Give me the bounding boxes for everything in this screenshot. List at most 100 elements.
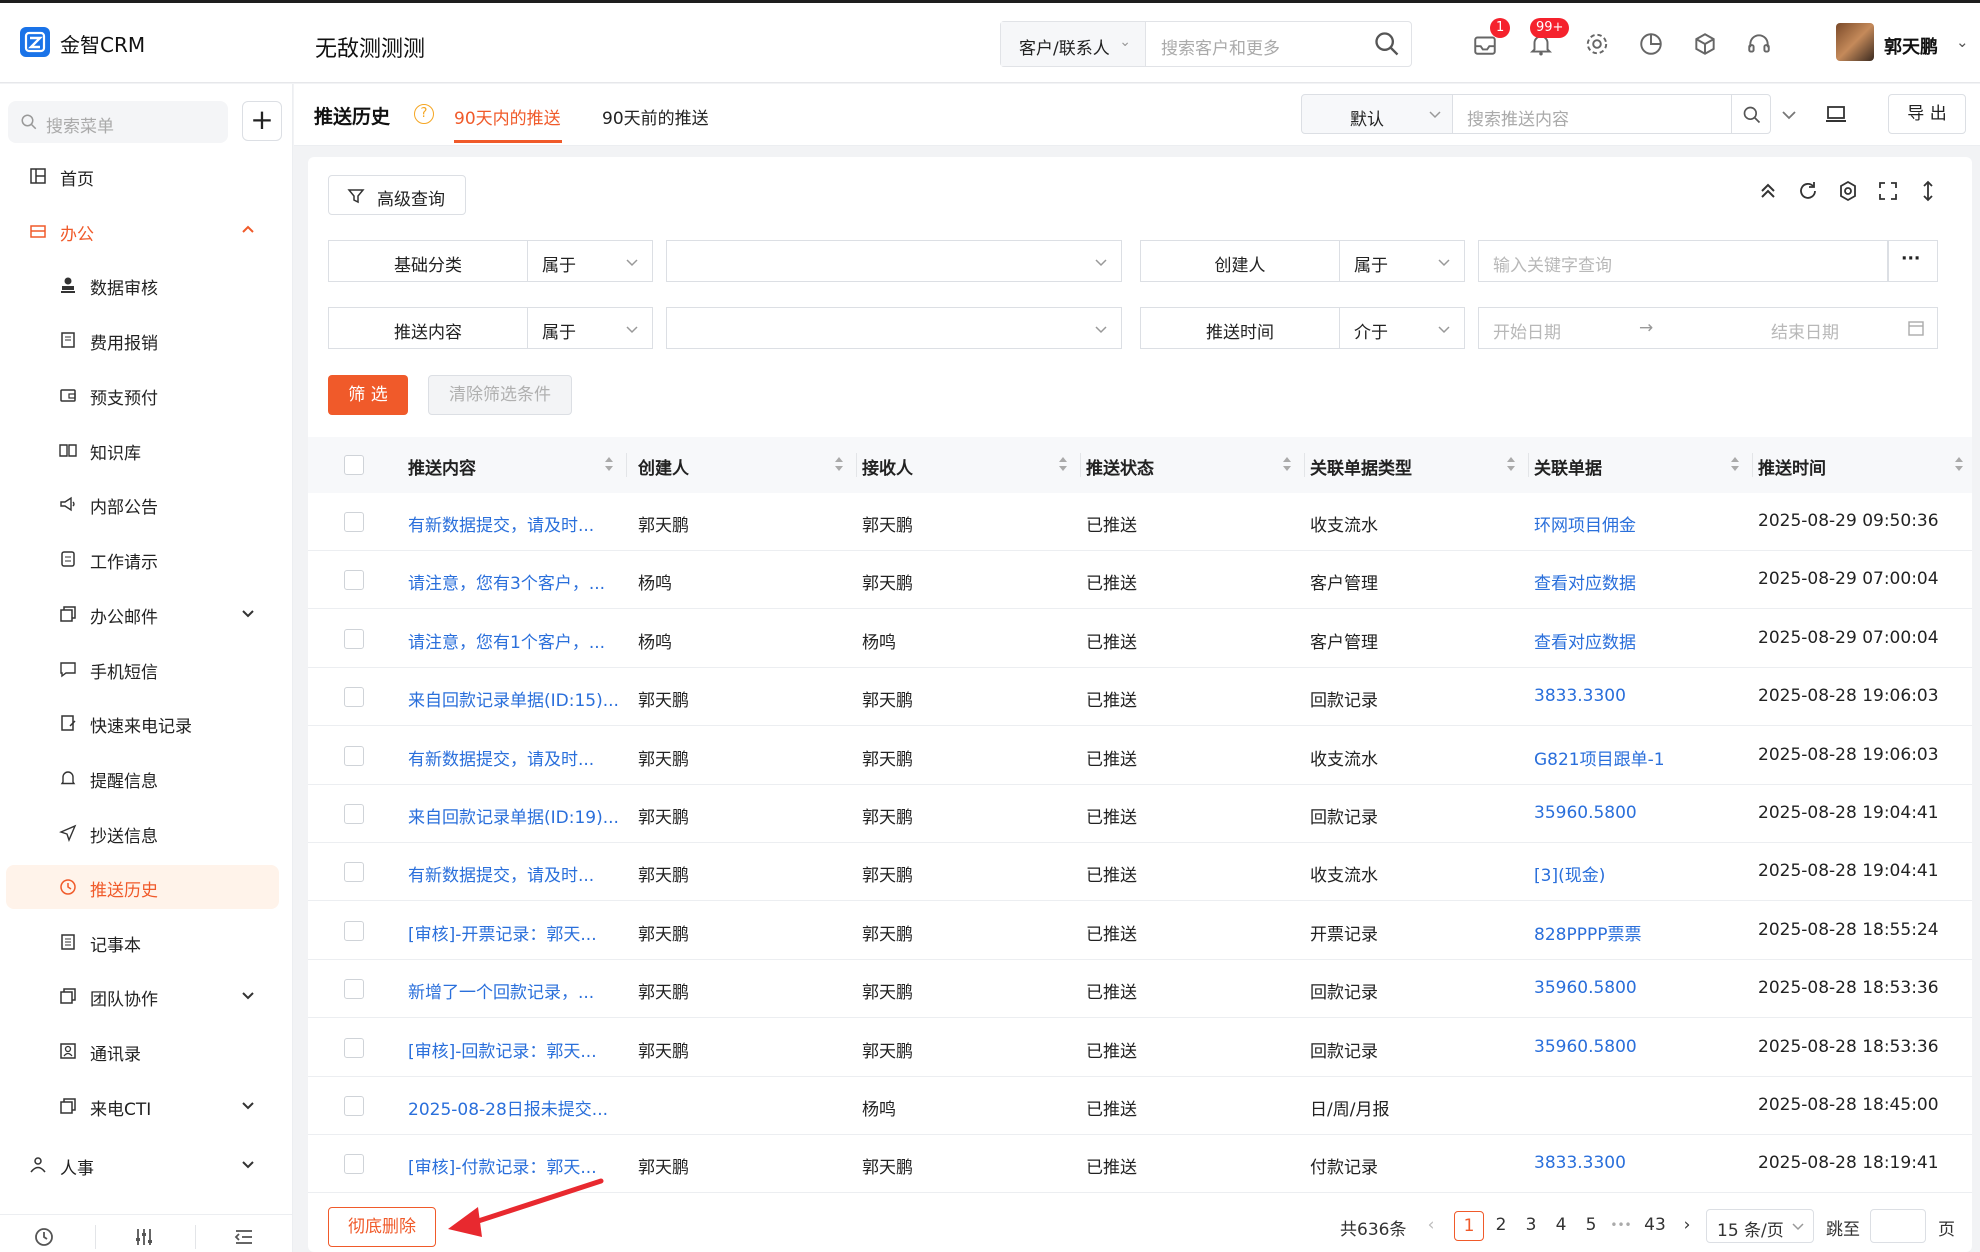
row-height-icon[interactable]	[1916, 179, 1940, 203]
cell-push-content[interactable]: 有新数据提交，请及时...	[408, 745, 594, 770]
cell-push-content[interactable]: [审核]-付款记录：郭天...	[408, 1153, 597, 1178]
cell-related-doc[interactable]: 35960.5800	[1534, 978, 1637, 998]
table-row[interactable]: 新增了一个回款记录，... 郭天鹏 郭天鹏 已推送 回款记录 35960.5800 2025…	[308, 960, 1972, 1019]
sidebar-item-push-history[interactable]: 推送历史	[6, 865, 279, 909]
cell-push-content[interactable]: [审核]-开票记录：郭天...	[408, 920, 597, 945]
sidebar-item-advance[interactable]: 预支预付	[0, 373, 293, 417]
cell-related-doc[interactable]: 环网项目佣金	[1534, 511, 1636, 536]
next-page-icon[interactable]: ›	[1672, 1211, 1702, 1241]
header-push-content[interactable]: 推送内容	[408, 454, 476, 479]
sidebar-item-team[interactable]: 团队协作	[0, 974, 293, 1018]
page-button[interactable]: 2	[1486, 1211, 1516, 1241]
cell-related-doc[interactable]: G821项目跟单-1	[1534, 745, 1665, 770]
table-row[interactable]: [审核]-开票记录：郭天... 郭天鹏 郭天鹏 已推送 开票记录 828PPPP票票 202…	[308, 902, 1972, 960]
header-doc-type[interactable]: 关联单据类型	[1310, 454, 1412, 479]
page-button[interactable]: 3	[1516, 1211, 1546, 1241]
date-range-picker[interactable]: 开始日期 → 结束日期	[1478, 307, 1938, 349]
cell-related-doc[interactable]: 3833.3300	[1534, 1153, 1626, 1173]
sidebar-item-call-record[interactable]: 快速来电记录	[0, 701, 293, 745]
search-icon[interactable]	[1373, 30, 1401, 58]
sort-icon[interactable]	[1506, 454, 1516, 474]
page-button[interactable]: 1	[1454, 1211, 1484, 1241]
cell-push-content[interactable]: 请注意，您有3个客户，...	[408, 569, 605, 594]
end-date-input[interactable]: 结束日期	[1771, 318, 1839, 343]
collapse-up-icon[interactable]	[1756, 179, 1780, 203]
menu-search-input[interactable]: 搜索菜单	[8, 101, 228, 143]
cube-icon[interactable]	[1692, 31, 1718, 57]
page-size-select[interactable]: 15 条/页	[1706, 1209, 1814, 1243]
fullscreen-icon[interactable]	[1876, 179, 1900, 203]
global-search-input[interactable]: 搜索客户和更多	[1161, 34, 1280, 59]
sidebar-item-home[interactable]: 首页	[0, 154, 293, 198]
cell-push-content[interactable]: 来自回款记录单据(ID:15)...	[408, 686, 619, 711]
sidebar-item-work-request[interactable]: 工作请示	[0, 537, 293, 581]
header-push-status[interactable]: 推送状态	[1086, 454, 1154, 479]
add-menu-button[interactable]: +	[242, 101, 282, 141]
search-scope-select[interactable]: 客户/联系人 ⌄	[1001, 22, 1146, 66]
cell-push-content[interactable]: 请注意，您有1个客户，...	[408, 628, 605, 653]
sidebar-item-cti[interactable]: 来电CTI	[0, 1084, 293, 1128]
cell-related-doc[interactable]: 35960.5800	[1534, 803, 1637, 823]
row-checkbox[interactable]	[344, 628, 364, 649]
table-row[interactable]: 有新数据提交，请及时... 郭天鹏 郭天鹏 已推送 收支流水 G821项目跟单-1 2025…	[308, 727, 1972, 785]
view-select[interactable]: 默认	[1301, 94, 1453, 134]
table-row[interactable]: 2025-08-28日报未提交... 杨鸣 已推送 日/周/月报 2025-08-28 …	[308, 1077, 1972, 1135]
table-row[interactable]: 有新数据提交，请及时... 郭天鹏 郭天鹏 已推送 收支流水 环网项目佣金 2025-08-…	[308, 493, 1972, 551]
user-avatar[interactable]	[1836, 23, 1874, 61]
table-row[interactable]: 来自回款记录单据(ID:15)... 郭天鹏 郭天鹏 已推送 回款记录 3833.3300…	[308, 668, 1972, 727]
filter-operator-select[interactable]: 属于	[1339, 240, 1465, 282]
headset-icon[interactable]	[1746, 31, 1772, 57]
prev-page-icon[interactable]: ‹	[1416, 1211, 1446, 1241]
workspace-name[interactable]: 无敌测测测	[315, 31, 425, 63]
settings-icon[interactable]	[1836, 179, 1860, 203]
cell-push-content[interactable]: 有新数据提交，请及时...	[408, 511, 594, 536]
help-icon[interactable]: ?	[414, 104, 434, 124]
cell-related-doc[interactable]: [3](现金)	[1534, 861, 1605, 886]
row-checkbox[interactable]	[344, 862, 364, 883]
sort-icon[interactable]	[1954, 454, 1964, 474]
row-checkbox[interactable]	[344, 745, 364, 766]
sidebar-item-cc[interactable]: 抄送信息	[0, 811, 293, 855]
sidebar-item-sms[interactable]: 手机短信	[0, 647, 293, 691]
row-checkbox[interactable]	[344, 1096, 364, 1116]
user-name[interactable]: 郭天鹏	[1884, 33, 1938, 59]
header-receiver[interactable]: 接收人	[862, 454, 913, 479]
sidebar-item-office-mail[interactable]: 办公邮件	[0, 592, 293, 636]
sort-icon[interactable]	[1282, 454, 1292, 474]
refresh-icon[interactable]	[1796, 179, 1820, 203]
sort-icon[interactable]	[1058, 454, 1068, 474]
cell-push-content[interactable]: 2025-08-28日报未提交...	[408, 1095, 608, 1120]
page-button[interactable]: 4	[1546, 1211, 1576, 1241]
sidebar-item-knowledge[interactable]: 知识库	[0, 428, 293, 472]
pie-chart-icon[interactable]	[1638, 31, 1664, 57]
sidebar-item-hr[interactable]: 人事	[0, 1143, 293, 1187]
row-checkbox[interactable]	[344, 804, 364, 824]
cell-related-doc[interactable]: 35960.5800	[1534, 1037, 1637, 1057]
select-all-checkbox[interactable]	[344, 455, 364, 475]
table-row[interactable]: 请注意，您有1个客户，... 杨鸣 杨鸣 已推送 客户管理 查看对应数据 2025-08-2…	[308, 610, 1972, 668]
sliders-icon[interactable]	[132, 1225, 156, 1249]
sort-icon[interactable]	[1730, 454, 1740, 474]
sort-icon[interactable]	[834, 454, 844, 474]
row-checkbox[interactable]	[344, 920, 364, 941]
sidebar-item-reminder[interactable]: 提醒信息	[0, 756, 293, 800]
cell-related-doc[interactable]: 查看对应数据	[1534, 628, 1636, 653]
more-options-button[interactable]: ···	[1888, 240, 1938, 282]
row-checkbox[interactable]	[344, 1154, 364, 1175]
sidebar-item-notebook[interactable]: 记事本	[0, 920, 293, 964]
page-ellipsis[interactable]: •••	[1606, 1211, 1636, 1241]
cell-push-content[interactable]: 来自回款记录单据(ID:19)...	[408, 803, 619, 828]
filter-operator-select[interactable]: 属于	[527, 240, 653, 282]
cell-push-content[interactable]: 新增了一个回款记录，...	[408, 978, 594, 1003]
chevron-down-icon[interactable]: ⌄	[1956, 33, 1969, 51]
permanent-delete-button[interactable]: 彻底删除	[328, 1207, 436, 1247]
table-row[interactable]: 请注意，您有3个客户，... 杨鸣 郭天鹏 已推送 客户管理 查看对应数据 2025-08-…	[308, 551, 1972, 610]
table-row[interactable]: 有新数据提交，请及时... 郭天鹏 郭天鹏 已推送 收支流水 [3](现金) 2025-08…	[308, 843, 1972, 902]
page-button[interactable]: 43	[1640, 1211, 1670, 1241]
row-checkbox[interactable]	[344, 687, 364, 708]
row-checkbox[interactable]	[344, 570, 364, 591]
filter-operator-select[interactable]: 介于	[1339, 307, 1465, 349]
sort-icon[interactable]	[604, 454, 614, 474]
app-logo[interactable]	[20, 27, 50, 57]
export-button[interactable]: 导 出	[1888, 94, 1966, 134]
